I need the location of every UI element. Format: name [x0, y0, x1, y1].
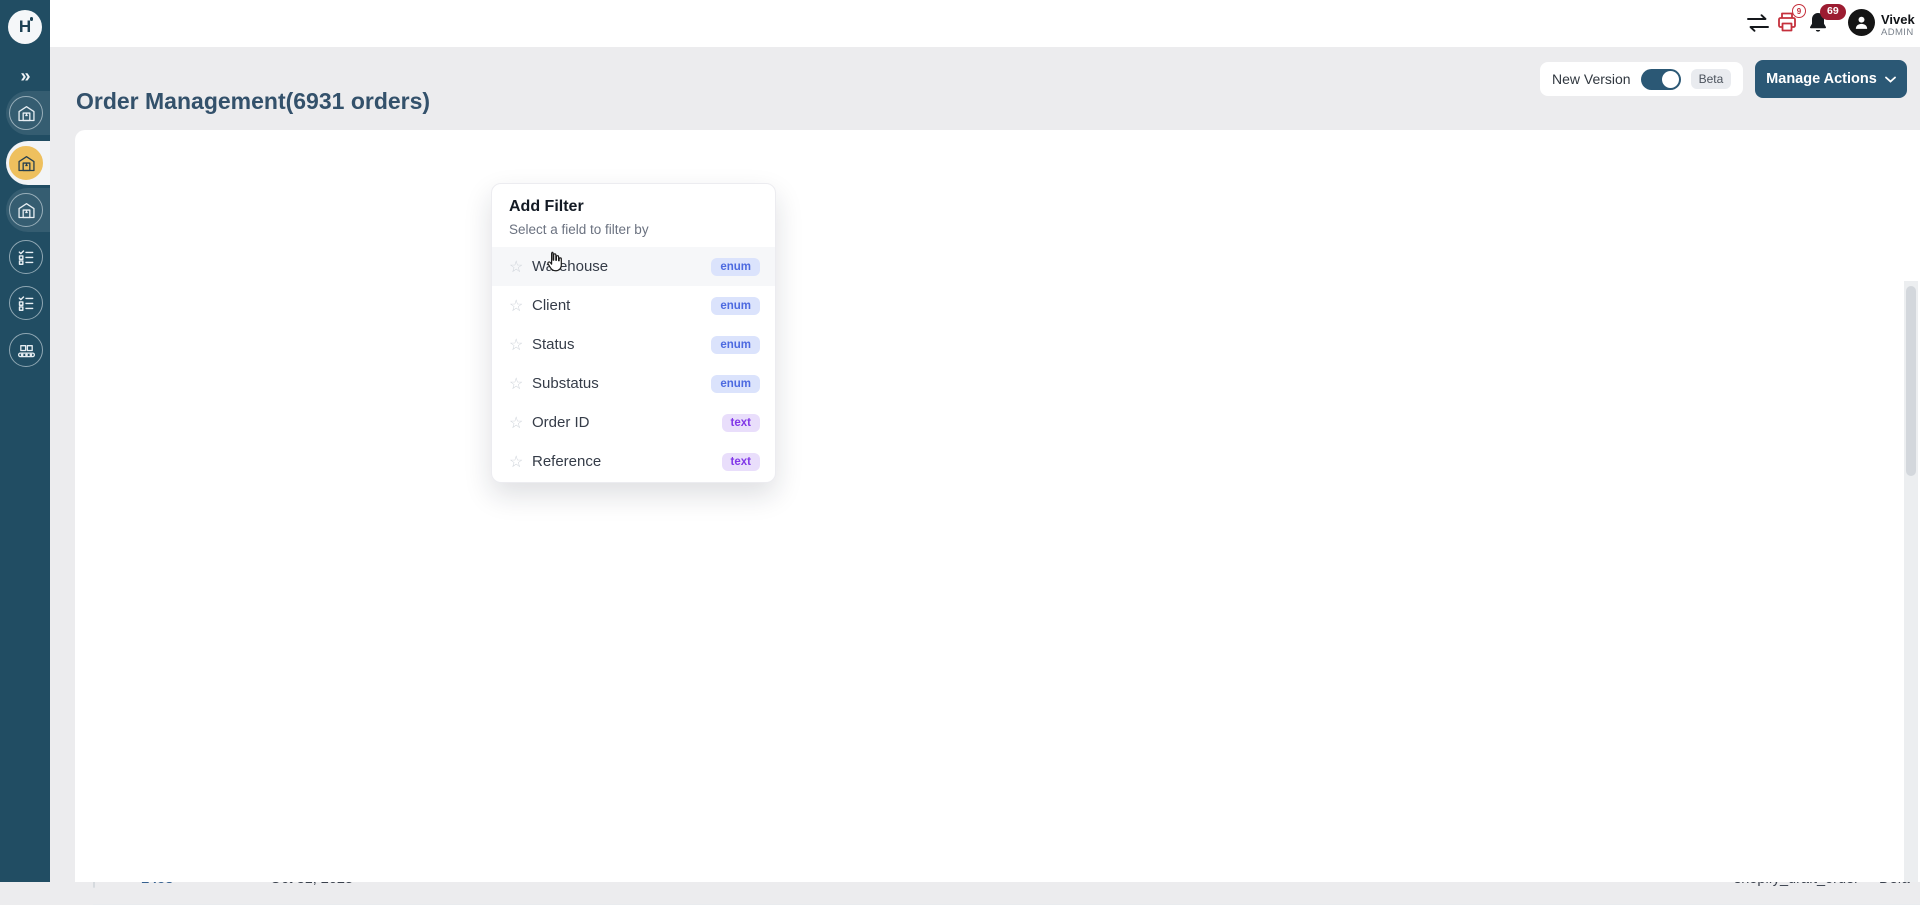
filter-field-label: Substatus [532, 375, 711, 392]
warehouse-icon [9, 193, 43, 227]
new-version-toggle[interactable] [1641, 69, 1681, 90]
manage-actions-button[interactable]: Manage Actions [1755, 60, 1907, 98]
star-icon[interactable]: ☆ [509, 296, 532, 316]
new-version-label: New Version [1552, 71, 1631, 87]
field-type-badge: text [722, 414, 760, 432]
user-role: ADMIN [1881, 27, 1914, 38]
filter-field-option-client[interactable]: ☆Clientenum [492, 286, 775, 325]
add-filter-dropdown: Add Filter Select a field to filter by ☆… [491, 183, 776, 483]
filter-field-label: Warehouse [532, 258, 711, 275]
sidebar: H » [0, 0, 50, 882]
app-logo[interactable]: H [8, 10, 42, 44]
top-bar: 9 69 Vivek ADMIN [0, 0, 1920, 47]
printer-icon[interactable]: 9 [1775, 10, 1799, 39]
field-type-badge: enum [711, 258, 760, 276]
content-card [75, 130, 1920, 882]
user-avatar[interactable] [1848, 9, 1875, 36]
sidebar-item-1[interactable] [6, 91, 50, 135]
sidebar-item-2[interactable] [6, 141, 50, 185]
warehouse-icon [9, 96, 43, 130]
star-icon[interactable]: ☆ [509, 257, 532, 277]
filter-field-option-substatus[interactable]: ☆Substatusenum [492, 364, 775, 403]
user-name: Vivek [1881, 12, 1915, 27]
chevron-down-icon [1885, 76, 1896, 83]
star-icon[interactable]: ☆ [509, 413, 532, 433]
filter-field-option-reference[interactable]: ☆Referencetext [492, 442, 775, 481]
scrollbar-thumb[interactable] [1906, 286, 1916, 476]
field-type-badge: enum [711, 336, 760, 354]
notification-count-badge: 69 [1820, 4, 1846, 20]
checklist-icon [9, 240, 43, 274]
filter-field-label: Client [532, 297, 711, 314]
vertical-scrollbar[interactable] [1904, 281, 1918, 882]
checklist-icon [9, 286, 43, 320]
swap-arrows-icon[interactable] [1745, 12, 1771, 39]
field-type-badge: text [722, 453, 760, 471]
notification-bell-icon[interactable]: 69 [1806, 10, 1830, 40]
sidebar-item-6[interactable] [6, 328, 50, 372]
sidebar-expand-button[interactable]: » [0, 62, 50, 90]
star-icon[interactable]: ☆ [509, 452, 532, 472]
conveyor-icon [9, 333, 43, 367]
sidebar-item-4[interactable] [6, 235, 50, 279]
field-type-badge: enum [711, 375, 760, 393]
page-title: Order Management(6931 orders) [76, 88, 430, 115]
warehouse-icon [9, 146, 43, 180]
filter-field-label: Order ID [532, 414, 722, 431]
manage-actions-label: Manage Actions [1766, 71, 1877, 87]
star-icon[interactable]: ☆ [509, 374, 532, 394]
filter-field-label: Status [532, 336, 711, 353]
star-icon[interactable]: ☆ [509, 335, 532, 355]
filter-field-option-warehouse[interactable]: ☆Warehouseenum [492, 247, 775, 286]
dropdown-title: Add Filter [509, 198, 584, 216]
beta-badge: Beta [1691, 69, 1732, 89]
field-type-badge: enum [711, 297, 760, 315]
filter-field-option-order-id[interactable]: ☆Order IDtext [492, 403, 775, 442]
dropdown-subtitle: Select a field to filter by [509, 222, 649, 237]
sidebar-item-5[interactable] [6, 281, 50, 325]
new-version-switch-group: New Version Beta [1540, 62, 1743, 96]
printer-badge: 9 [1792, 4, 1806, 18]
sidebar-item-3[interactable] [6, 188, 50, 232]
filter-field-option-status[interactable]: ☆Statusenum [492, 325, 775, 364]
filter-field-label: Reference [532, 453, 722, 470]
